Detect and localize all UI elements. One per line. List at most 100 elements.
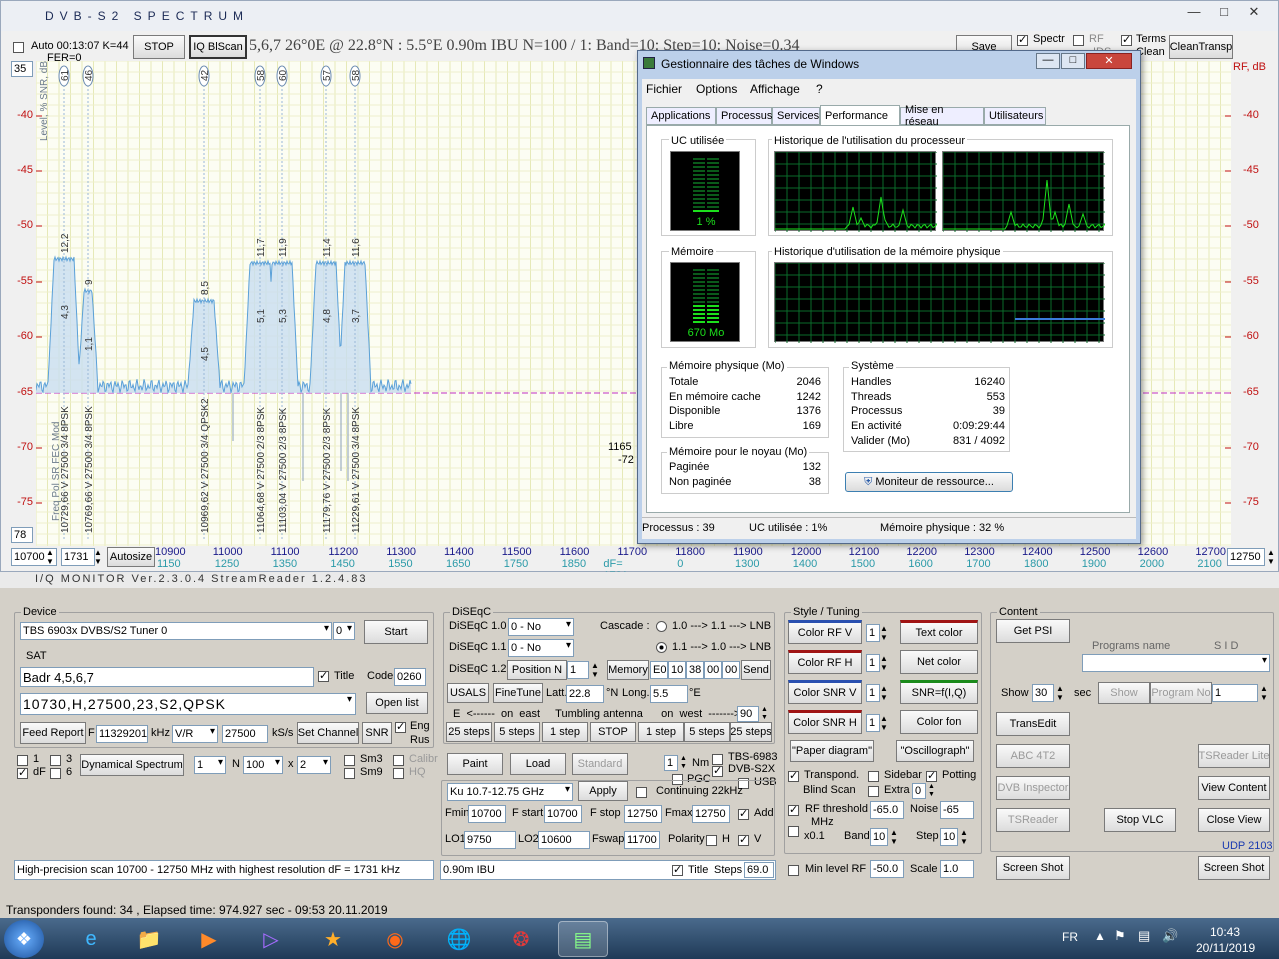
dynamical-spectrum-button[interactable]: Dynamical Spectrum	[80, 754, 184, 776]
cleantransp-button[interactable]: CleanTransp	[1169, 35, 1233, 59]
open-list-button[interactable]: Open list	[366, 692, 428, 714]
menu-help[interactable]: ?	[816, 82, 823, 96]
usals-button[interactable]: USALS	[447, 683, 489, 703]
transedit-button[interactable]: TransEdit	[996, 712, 1070, 736]
longitude-input[interactable]: 5.5	[650, 685, 688, 703]
view-content-button[interactable]: View Content	[1198, 776, 1270, 800]
check-df[interactable]	[17, 766, 28, 779]
tsreader-lite-button[interactable]: TSReader Lite	[1198, 744, 1270, 768]
send-button[interactable]: Send	[741, 660, 771, 680]
color-rf-h-spin-icon[interactable]: ▲ ▼	[880, 654, 888, 672]
tumbling-step-button[interactable]: 1 step	[638, 722, 684, 742]
tab-services[interactable]: Services	[772, 107, 820, 125]
tumbling-input[interactable]: 90	[737, 706, 759, 722]
pol-v-checkbox[interactable]	[738, 833, 749, 846]
dots-app-icon[interactable]: ❂	[496, 921, 546, 957]
rf-threshold-checkbox[interactable]	[788, 803, 799, 816]
snr-fiq-button[interactable]: SNR=f(I,Q)	[900, 680, 978, 704]
color-snr-h-button[interactable]: Color SNR H	[788, 710, 862, 734]
show-button[interactable]: Show	[1098, 682, 1150, 704]
close-icon[interactable]: ✕	[1241, 3, 1267, 23]
fmax-input[interactable]: 12750	[692, 805, 730, 823]
eng-checkbox[interactable]	[395, 720, 406, 733]
tumbling-step-button[interactable]: 25 steps	[730, 722, 772, 742]
tumbling-step-button[interactable]: 1 step	[542, 722, 588, 742]
stop-vlc-button[interactable]: Stop VLC	[1104, 808, 1176, 832]
resource-monitor-button[interactable]: ⛨ Moniteur de ressource...	[845, 472, 1013, 492]
feed-report-button[interactable]: Feed Report	[20, 722, 86, 744]
dvbs2x-checkbox[interactable]	[712, 764, 723, 777]
calibr-checkbox[interactable]	[393, 754, 404, 766]
freq-end-spin-icon[interactable]: ▲ ▼	[1267, 548, 1275, 566]
tumbling-step-button[interactable]: 25 steps	[446, 722, 492, 742]
color-snr-v-button[interactable]: Color SNR V	[788, 680, 862, 704]
taskmgr-maximize-icon[interactable]: □	[1061, 53, 1085, 69]
tumbling-step-button[interactable]: 5 steps	[684, 722, 730, 742]
programs-select[interactable]	[1082, 654, 1270, 672]
standard-button[interactable]: Standard	[572, 753, 628, 775]
color-rf-h-input[interactable]: 1	[866, 654, 880, 672]
cascade-radio-2[interactable]	[656, 642, 667, 653]
stop-button[interactable]: STOP	[133, 35, 185, 59]
pol-h-checkbox[interactable]	[706, 834, 717, 846]
taskmgr-minimize-icon[interactable]: —	[1036, 53, 1060, 69]
tab-processus[interactable]: Processus	[716, 107, 772, 125]
sm9-checkbox[interactable]	[344, 767, 355, 779]
title2-checkbox[interactable]	[672, 863, 683, 876]
n-select[interactable]: 100	[243, 756, 283, 774]
clock-date[interactable]: 20/11/2019	[1196, 941, 1255, 955]
spectr-checkbox[interactable]	[1017, 33, 1028, 46]
taskmgr-close-icon[interactable]: ✕	[1086, 53, 1132, 69]
program-input[interactable]: 1	[1212, 684, 1258, 702]
tumbling-step-button[interactable]: 5 steps	[494, 722, 540, 742]
bottom-level-input[interactable]: 78	[11, 527, 33, 543]
band-input[interactable]: 10	[870, 828, 888, 846]
color-snr-v-input[interactable]: 1	[866, 684, 880, 702]
title-checkbox[interactable]	[318, 669, 329, 682]
band-select[interactable]: Ku 10.7-12.75 GHz	[447, 783, 573, 801]
memory-hex-3[interactable]: 00	[704, 661, 722, 679]
tab-mise-en-reseau[interactable]: Mise en réseau	[900, 104, 984, 128]
minimize-icon[interactable]: —	[1181, 3, 1207, 23]
network-icon[interactable]: ▤	[1138, 928, 1150, 944]
net-color-button[interactable]: Net color	[900, 650, 978, 674]
df-spin-icon[interactable]: ▲ ▼	[94, 548, 102, 566]
fswap-input[interactable]: 11700	[624, 831, 660, 849]
nm-input[interactable]: 1	[664, 755, 678, 771]
diseqc11-select[interactable]: 0 - No	[508, 639, 574, 657]
show-input[interactable]: 30	[1032, 684, 1054, 702]
tray-arrow-icon[interactable]: ▲	[1094, 929, 1106, 943]
taskmgr-taskbar-icon[interactable]: ▤	[558, 921, 608, 957]
hq-checkbox[interactable]	[393, 767, 404, 779]
fmin-input[interactable]: 10700	[468, 805, 506, 823]
code-input[interactable]: 0260	[394, 668, 426, 686]
tab-applications[interactable]: Applications	[646, 107, 716, 125]
text-color-button[interactable]: Text color	[900, 620, 978, 644]
program-spin-icon[interactable]: ▲ ▼	[1260, 684, 1268, 702]
memory-hex-0[interactable]: E0	[650, 661, 668, 679]
color-snr-v-spin-icon[interactable]: ▲ ▼	[880, 684, 888, 702]
frequency-input[interactable]: 11329201	[96, 725, 148, 743]
df-input[interactable]: 1731	[61, 548, 95, 566]
memory-hex-1[interactable]: 10	[668, 661, 686, 679]
ie-icon[interactable]: e	[66, 921, 116, 957]
apply-button[interactable]: Apply	[578, 781, 628, 801]
step-input[interactable]: 10	[940, 828, 958, 846]
terms-checkbox[interactable]	[1121, 33, 1132, 46]
globe-icon[interactable]: 🌐	[434, 921, 484, 957]
min-level-input[interactable]: -50.0	[870, 860, 904, 878]
screenshot-button-2[interactable]: Screen Shot	[1198, 856, 1270, 880]
memory-button[interactable]: Memory	[607, 660, 649, 680]
polarization-select[interactable]: V/R	[172, 725, 218, 743]
lo2-input[interactable]: 10600	[538, 831, 590, 849]
close-view-button[interactable]: Close View	[1198, 808, 1270, 832]
sidebar-checkbox[interactable]	[868, 770, 879, 782]
tumbling-spin-icon[interactable]: ▲ ▼	[761, 706, 768, 722]
visual-studio-icon[interactable]: ▷	[246, 921, 296, 957]
maximize-icon[interactable]: □	[1211, 3, 1237, 23]
screenshot-button-1[interactable]: Screen Shot	[996, 856, 1070, 880]
add-checkbox[interactable]	[738, 807, 749, 820]
autosize-button[interactable]: Autosize	[107, 547, 155, 567]
menu-affichage[interactable]: Affichage	[750, 82, 800, 96]
tab-performance[interactable]: Performance	[820, 105, 900, 126]
